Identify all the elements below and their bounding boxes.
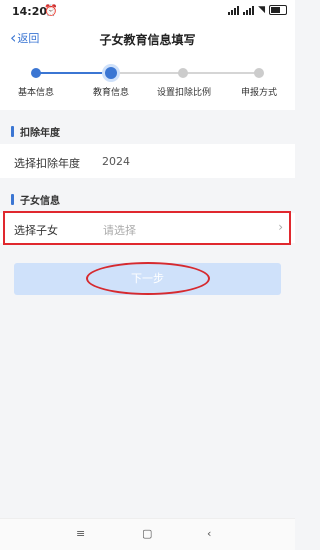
status-time: 14:20 bbox=[12, 5, 48, 18]
section-title-child-info: 子女信息 bbox=[20, 195, 60, 207]
section-deduction-year: 扣除年度 bbox=[0, 119, 295, 143]
system-nav-bar: ≡ ▢ ‹ bbox=[0, 518, 295, 550]
back-icon[interactable]: ‹ bbox=[207, 527, 211, 540]
step-label-2: 教育信息 bbox=[92, 88, 129, 98]
step-dot-4 bbox=[254, 68, 264, 78]
progress-steps: 基本信息 教育信息 设置扣除比例 申报方式 bbox=[0, 52, 295, 110]
step-label-3: 设置扣除比例 bbox=[156, 88, 211, 98]
signal-icon-2 bbox=[243, 5, 255, 15]
step-label-1: 基本信息 bbox=[17, 88, 54, 98]
signal-icon bbox=[228, 5, 240, 15]
section-marker bbox=[11, 125, 14, 137]
step-dot-1 bbox=[31, 68, 41, 78]
annotation-highlight-box bbox=[3, 211, 291, 245]
battery-icon bbox=[269, 5, 287, 15]
step-label-4: 申报方式 bbox=[240, 88, 277, 98]
wifi-icon: ◥ bbox=[258, 4, 265, 15]
section-title-deduction-year: 扣除年度 bbox=[20, 127, 60, 139]
section-marker bbox=[11, 193, 14, 205]
step-dot-3 bbox=[178, 68, 188, 78]
alarm-icon: ⏰ bbox=[44, 4, 58, 17]
page-title: 子女教育信息填写 bbox=[99, 33, 196, 47]
nav-bar: ‹ 返回 子女教育信息填写 bbox=[0, 26, 295, 52]
annotation-ellipse bbox=[86, 262, 210, 295]
section-child-info: 子女信息 bbox=[0, 187, 295, 211]
deduction-year-row[interactable]: 选择扣除年度 2024 bbox=[0, 144, 295, 178]
step-dot-2 bbox=[105, 67, 117, 79]
home-icon[interactable]: ▢ bbox=[142, 527, 152, 540]
deduction-year-value: 2024 bbox=[102, 155, 130, 168]
menu-icon[interactable]: ≡ bbox=[76, 527, 85, 540]
status-icons: ◥ bbox=[228, 5, 287, 15]
deduction-year-label: 选择扣除年度 bbox=[14, 157, 80, 170]
step-track-done bbox=[36, 72, 111, 74]
status-bar: 14:20 ⏰ ◥ bbox=[0, 0, 295, 26]
